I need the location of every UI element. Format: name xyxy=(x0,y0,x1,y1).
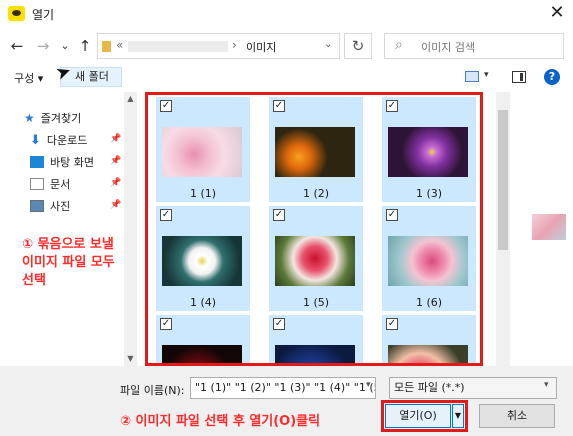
help-icon[interactable]: ? xyxy=(544,69,560,85)
file-tile[interactable]: ✓ 1 (5) xyxy=(269,206,363,311)
file-tile[interactable]: ✓ 1 (1) xyxy=(156,97,250,202)
breadcrumb-current[interactable]: 이미지 xyxy=(246,39,276,55)
checkbox[interactable]: ✓ xyxy=(386,100,398,112)
desktop-icon xyxy=(30,156,44,168)
pin-icon: 📌 xyxy=(110,134,122,144)
file-tile[interactable]: ✓ 1 (4) xyxy=(156,206,250,311)
up-button[interactable]: ↑ xyxy=(76,36,94,56)
address-dropdown-icon[interactable]: ⌄ xyxy=(324,39,332,50)
open-button[interactable]: 열기(O) xyxy=(385,404,451,428)
back-button[interactable]: ← xyxy=(8,36,26,56)
image-thumbnail xyxy=(162,236,242,286)
view-options-icon[interactable] xyxy=(465,71,479,82)
checkbox[interactable]: ✓ xyxy=(160,100,172,112)
recent-locations-button[interactable]: ⌄ xyxy=(56,36,74,56)
image-thumbnail xyxy=(275,236,355,286)
file-name: 1 (4) xyxy=(189,296,217,309)
checkbox[interactable]: ✓ xyxy=(386,318,398,330)
sidebar-item-label: 바탕 화면 xyxy=(50,156,94,169)
cancel-button[interactable]: 취소 xyxy=(479,404,555,428)
file-tile[interactable]: ✓ xyxy=(156,315,250,363)
checkbox[interactable]: ✓ xyxy=(273,100,285,112)
checkbox[interactable]: ✓ xyxy=(273,209,285,221)
sidebar-item-label: 문서 xyxy=(50,178,71,191)
image-thumbnail xyxy=(162,345,242,363)
forward-button[interactable]: → xyxy=(34,36,52,56)
download-icon: ⬇ xyxy=(30,132,41,148)
breadcrumb-separator: › xyxy=(232,38,237,52)
scroll-down-icon[interactable]: ▼ xyxy=(124,354,137,363)
navigation-pane: ★ 즐겨찾기 ⬇ 다운로드 📌 바탕 화면 📌 문서 📌 사진 📌 xyxy=(0,92,137,366)
document-icon xyxy=(30,178,44,190)
file-name: 1 (2) xyxy=(302,187,330,200)
filetype-select[interactable]: 모든 파일 (*.*) xyxy=(389,377,557,399)
close-button[interactable]: ✕ xyxy=(545,2,569,24)
address-bar[interactable]: « › 이미지 ⌄ xyxy=(97,33,340,59)
file-tile[interactable]: ✓ 1 (6) xyxy=(382,206,476,311)
navigation-bar: ← → ⌄ ↑ « › 이미지 ⌄ ↻ ⌕ 이미지 검색 xyxy=(0,28,573,64)
address-overflow-chevron[interactable]: « xyxy=(116,38,123,52)
sidebar-item-downloads[interactable]: ⬇ 다운로드 xyxy=(30,132,87,148)
file-tile[interactable]: ✓ 1 (3) xyxy=(382,97,476,202)
file-name: 1 (6) xyxy=(415,296,443,309)
search-placeholder: 이미지 검색 xyxy=(421,41,476,54)
sidebar-item-label: 사진 xyxy=(50,200,71,213)
organize-menu[interactable]: 구성 ▾ xyxy=(14,70,43,86)
file-name: 1 (1) xyxy=(189,187,217,200)
image-thumbnail xyxy=(275,127,355,177)
file-tile[interactable]: ✓ xyxy=(382,315,476,363)
pin-icon: 📌 xyxy=(110,156,122,166)
view-dropdown-icon[interactable]: ▾ xyxy=(484,70,489,80)
image-thumbnail xyxy=(162,127,242,177)
image-thumbnail xyxy=(388,236,468,286)
filename-input[interactable]: "1 (1)" "1 (2)" "1 (3)" "1 (4)" "1 (5)" xyxy=(190,377,376,399)
sidebar-item-desktop[interactable]: 바탕 화면 xyxy=(30,154,94,170)
star-icon: ★ xyxy=(24,111,35,125)
image-thumbnail xyxy=(275,345,355,363)
sidebar-scrollbar[interactable]: ▲ ▼ xyxy=(124,92,137,366)
preview-thumbnail xyxy=(532,214,566,240)
chevron-down-icon[interactable]: ▾ xyxy=(544,380,549,390)
search-box[interactable]: ⌕ 이미지 검색 xyxy=(384,33,564,59)
image-thumbnail xyxy=(388,345,468,363)
folder-icon xyxy=(102,41,111,52)
scrollbar-thumb[interactable] xyxy=(498,110,508,250)
sidebar-item-favorites[interactable]: ★ 즐겨찾기 xyxy=(24,110,81,126)
checkbox[interactable]: ✓ xyxy=(386,209,398,221)
checkbox[interactable]: ✓ xyxy=(160,318,172,330)
annotation-step-1: ① 묶음으로 보낼 이미지 파일 모두 선택 xyxy=(22,237,115,288)
filename-label: 파일 이름(N): xyxy=(120,384,185,397)
pin-icon: 📌 xyxy=(110,200,122,210)
file-name: 1 (5) xyxy=(302,296,330,309)
refresh-button[interactable]: ↻ xyxy=(344,33,372,59)
preview-pane-icon[interactable] xyxy=(512,71,526,83)
annotation-step-2: ② 이미지 파일 선택 후 열기(O)클릭 xyxy=(120,414,321,429)
kakaotalk-icon xyxy=(8,6,25,21)
pin-icon: 📌 xyxy=(110,178,122,188)
file-tile[interactable]: ✓ xyxy=(269,315,363,363)
address-redacted-segment xyxy=(128,41,228,52)
scroll-up-icon[interactable]: ▲ xyxy=(124,94,137,103)
pictures-icon xyxy=(30,200,44,212)
sidebar-item-label: 즐겨찾기 xyxy=(40,112,82,125)
checkbox[interactable]: ✓ xyxy=(160,209,172,221)
file-grid-highlight: ✓ 1 (1) ✓ 1 (2) ✓ 1 (3) ✓ 1 (4) ✓ 1 (5) … xyxy=(145,92,483,366)
sidebar-item-pictures[interactable]: 사진 xyxy=(30,198,70,214)
title-bar: 열기 ✕ xyxy=(0,0,573,28)
command-toolbar: 구성 ▾ 새 폴더 ▾ ? xyxy=(0,64,573,90)
image-thumbnail xyxy=(388,127,468,177)
open-options-dropdown[interactable]: ▼ xyxy=(452,404,464,428)
file-tile[interactable]: ✓ 1 (2) xyxy=(269,97,363,202)
file-name: 1 (3) xyxy=(415,187,443,200)
chevron-down-icon[interactable]: ▾ xyxy=(366,380,371,390)
checkbox[interactable]: ✓ xyxy=(273,318,285,330)
sidebar-item-documents[interactable]: 문서 xyxy=(30,176,70,192)
search-icon: ⌕ xyxy=(395,37,403,53)
sidebar-item-label: 다운로드 xyxy=(46,134,88,147)
dialog-footer: 파일 이름(N): "1 (1)" "1 (2)" "1 (3)" "1 (4)… xyxy=(0,366,573,436)
window-title: 열기 xyxy=(32,8,55,22)
